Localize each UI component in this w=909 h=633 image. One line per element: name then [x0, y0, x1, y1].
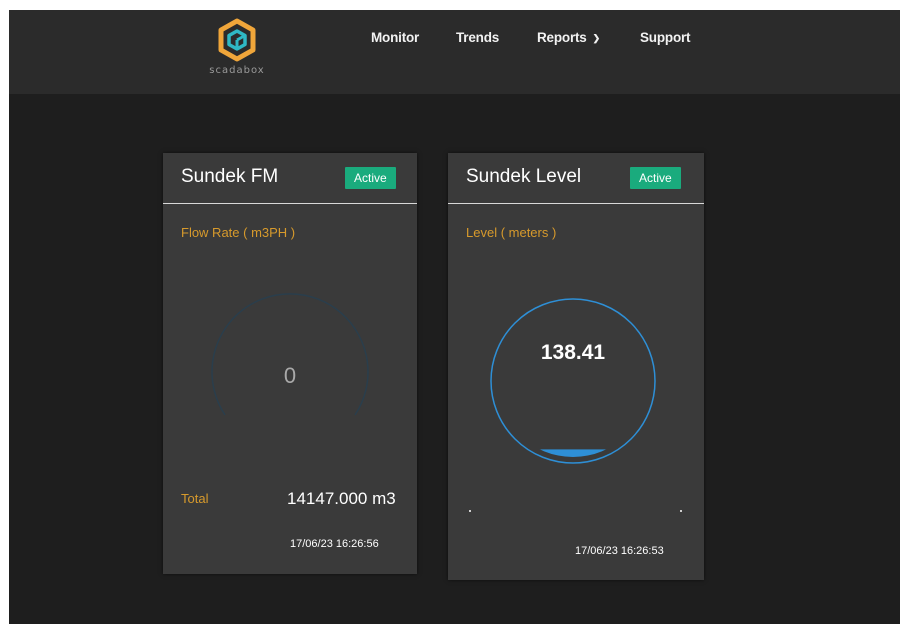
- nav-monitor[interactable]: Monitor: [371, 30, 419, 45]
- device-card-sundek-level[interactable]: Sundek Level Active Level ( meters ) 138…: [448, 153, 704, 580]
- gauge-min-tick: [469, 510, 471, 512]
- chevron-down-icon: ❯: [592, 33, 601, 43]
- gauge-value: 138.41: [540, 341, 606, 364]
- timestamp: 17/06/23 16:26:53: [575, 545, 664, 557]
- top-navigation-bar: scadabox Monitor Trends Reports ❯ Support: [9, 10, 900, 94]
- timestamp: 17/06/23 16:26:56: [290, 538, 379, 550]
- card-title: Sundek FM: [181, 166, 279, 187]
- gauge-max-tick: [680, 510, 682, 512]
- card-title: Sundek Level: [466, 166, 582, 187]
- nav-support[interactable]: Support: [640, 30, 691, 45]
- measurement-label: Flow Rate ( m3PH ): [181, 225, 296, 240]
- card-header: Sundek Level Active: [448, 153, 704, 204]
- nav-trends[interactable]: Trends: [456, 30, 499, 45]
- status-badge: Active: [345, 167, 396, 189]
- nav-reports[interactable]: Reports ❯: [537, 30, 600, 45]
- card-header: Sundek FM Active: [163, 153, 417, 204]
- app-window: scadabox Monitor Trends Reports ❯ Support…: [9, 10, 900, 624]
- gauge-value: 0: [283, 363, 297, 388]
- total-value: 14147.000 m3: [287, 489, 396, 508]
- scadabox-logo[interactable]: scadabox: [207, 18, 267, 88]
- nav-reports-label: Reports: [537, 30, 587, 45]
- status-badge: Active: [630, 167, 681, 189]
- scadabox-logo-icon: [218, 18, 256, 62]
- device-card-sundek-fm[interactable]: Sundek FM Active Flow Rate ( m3PH ) 0 To…: [163, 153, 417, 574]
- logo-text: scadabox: [209, 65, 265, 76]
- total-label: Total: [181, 491, 209, 506]
- measurement-label: Level ( meters ): [466, 225, 557, 240]
- level-gauge: [490, 298, 656, 464]
